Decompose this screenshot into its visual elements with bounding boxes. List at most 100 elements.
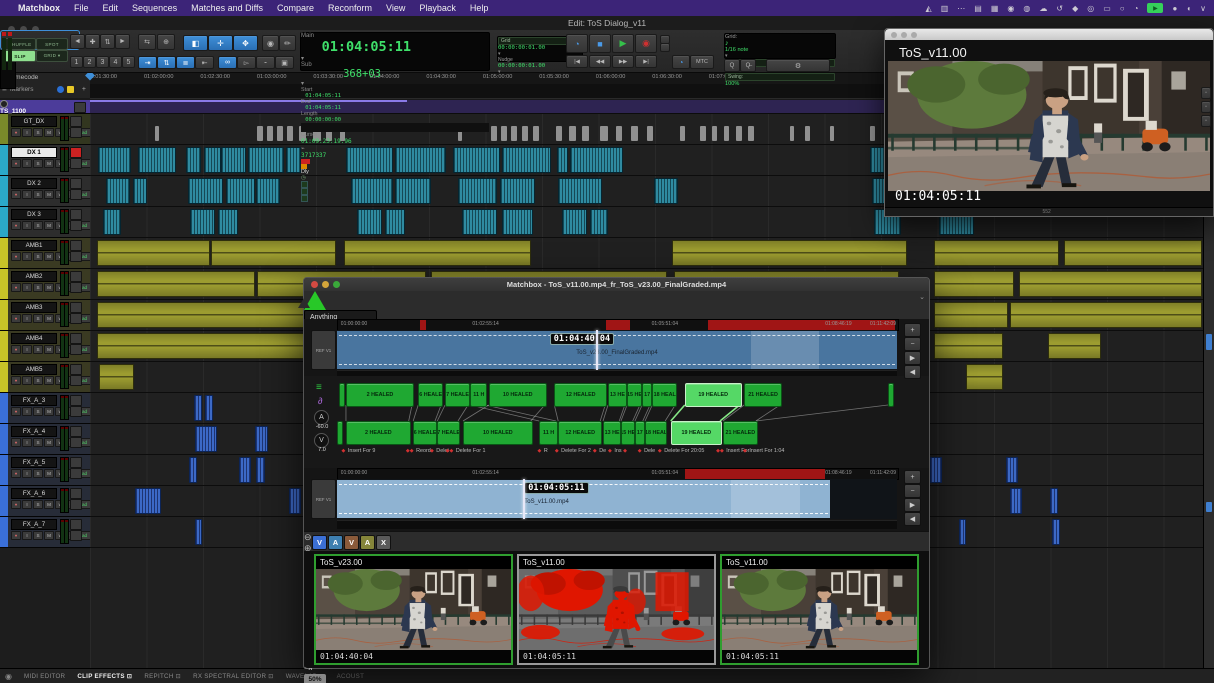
clock-chip-icon[interactable] xyxy=(57,86,64,93)
track-header-amb3[interactable]: AMB3▾●ISMwaveread⇲ xyxy=(0,300,90,331)
swing-value[interactable]: 100% xyxy=(725,81,835,87)
audio-clip[interactable] xyxy=(190,209,214,235)
zoom-percent-badge[interactable]: 50% xyxy=(304,674,326,683)
heal-marker[interactable]: ◆ Insert For 1:04 xyxy=(743,448,784,454)
aux-button[interactable] xyxy=(660,43,670,52)
audio-clip[interactable] xyxy=(582,126,589,141)
input-button[interactable]: I xyxy=(22,190,32,199)
menu-dots-icon[interactable]: ⋯ xyxy=(957,4,965,13)
track-header-fx_a_7[interactable]: FX_A_7▾●ISMwaveread⇲ xyxy=(0,517,90,548)
healed-segment-bottom[interactable]: 7 HEALE xyxy=(437,421,460,445)
side-zoom-in-button[interactable]: + xyxy=(904,470,921,484)
audio-clip[interactable] xyxy=(103,209,121,235)
preview-tool-button[interactable]: ▫ xyxy=(1201,87,1211,99)
rec-button[interactable]: ● xyxy=(11,128,21,137)
healed-segment-top[interactable]: 6 HEALE xyxy=(418,383,443,407)
rec-button[interactable]: ● xyxy=(11,345,21,354)
track-header-fx_a_3[interactable]: FX_A_3▾●ISMwaveread⇲ xyxy=(0,393,90,424)
menu-item-view[interactable]: View xyxy=(386,3,405,13)
mute-button[interactable]: M xyxy=(44,252,54,261)
solo-button[interactable]: S xyxy=(33,500,43,509)
nav-tool-button[interactable]: ◄ xyxy=(70,34,85,49)
healed-segment-top[interactable]: 19 HEALED xyxy=(685,383,742,407)
menu-keyboard-icon[interactable]: ▦ xyxy=(991,4,999,13)
track-group-button[interactable] xyxy=(70,406,82,417)
healed-segment-bottom[interactable]: 10 HEALED xyxy=(463,421,533,445)
audio-clip[interactable] xyxy=(502,147,551,173)
rec-button[interactable]: ● xyxy=(11,531,21,540)
track-header-amb2[interactable]: AMB2▾●ISMwaveread⇲ xyxy=(0,269,90,300)
mute-button[interactable]: M xyxy=(44,283,54,292)
mode-spot-button[interactable]: SPOT xyxy=(36,38,68,50)
audio-clip[interactable] xyxy=(502,209,533,235)
audio-clip[interactable] xyxy=(97,271,255,297)
menu-time-machine-icon[interactable]: ↺ xyxy=(1056,4,1063,13)
track-header-fx_a_6[interactable]: FX_A_6▾●ISMwaveread⇲ xyxy=(0,486,90,517)
top-track-lane[interactable]: 01:04:40:04 ToS_v23.00_FinalGraded.mp4 xyxy=(337,330,897,370)
note-icon[interactable]: ♪ xyxy=(725,40,835,47)
mute-button[interactable]: M xyxy=(44,438,54,447)
audio-clip[interactable] xyxy=(205,395,214,421)
track-io-button[interactable] xyxy=(70,147,82,158)
heal-marker[interactable]: ◆ Delete For 2 xyxy=(555,448,591,454)
track-group-button[interactable] xyxy=(70,530,82,541)
dialog-close-button[interactable] xyxy=(311,281,318,288)
transport-end-button[interactable]: ▶| xyxy=(635,55,657,68)
rec-button[interactable]: ● xyxy=(11,221,21,230)
input-button[interactable]: I xyxy=(22,438,32,447)
nav-tool-button[interactable]: ⇅ xyxy=(100,34,115,49)
input-button[interactable]: I xyxy=(22,283,32,292)
track-name[interactable]: AMB2 xyxy=(11,271,57,282)
healed-segment-bottom[interactable]: 11 H xyxy=(539,421,558,445)
audio-clip[interactable] xyxy=(736,126,742,141)
menu-user-icon[interactable]: ◖ xyxy=(1186,4,1191,13)
zo om-preset-1[interactable]: 1 xyxy=(70,56,83,68)
ts-region[interactable] xyxy=(90,100,407,102)
audio-clip[interactable] xyxy=(700,126,706,141)
track-view-v-button[interactable]: V xyxy=(312,535,327,550)
track-io-button[interactable] xyxy=(70,364,82,375)
preview-close-button[interactable] xyxy=(891,32,897,38)
audio-clip[interactable] xyxy=(748,126,754,141)
track-group-button[interactable] xyxy=(70,189,82,200)
grabber-tool[interactable]: ✥ xyxy=(233,35,258,51)
menu-item-matches-and-diffs[interactable]: Matches and Diffs xyxy=(191,3,263,13)
track-view-x-button[interactable]: X xyxy=(376,535,391,550)
zo om-preset-3[interactable]: 3 xyxy=(96,56,109,68)
sub-caret[interactable]: ▾ xyxy=(301,80,489,87)
scroll-chip[interactable] xyxy=(1206,502,1212,512)
top-video-clip[interactable]: 01:04:40:04 ToS_v23.00_FinalGraded.mp4 xyxy=(337,331,897,369)
rec-button[interactable]: ● xyxy=(11,283,21,292)
track-group-button[interactable] xyxy=(70,220,82,231)
mute-button[interactable]: M xyxy=(44,376,54,385)
trim-tool[interactable]: ◧ xyxy=(183,35,208,51)
mute-button[interactable]: M xyxy=(44,407,54,416)
track-io-button[interactable] xyxy=(70,395,82,406)
audio-clip[interactable] xyxy=(522,126,528,141)
audio-clip[interactable] xyxy=(511,126,517,141)
input-button[interactable]: I xyxy=(22,531,32,540)
audio-clip[interactable] xyxy=(138,147,176,173)
audio-clip[interactable] xyxy=(491,126,497,141)
audio-clip[interactable] xyxy=(351,178,393,204)
side-play-button[interactable]: ▶ xyxy=(904,351,921,365)
solo-button[interactable]: S xyxy=(33,345,43,354)
input-button[interactable]: I xyxy=(22,500,32,509)
menu-item-file[interactable]: File xyxy=(74,3,89,13)
audio-clip[interactable] xyxy=(680,126,684,141)
healed-segment-bottom[interactable]: 6 HEALE xyxy=(413,421,437,445)
audio-clip[interactable] xyxy=(712,126,718,141)
healed-segment-bottom[interactable]: 19 HEALED xyxy=(671,421,722,445)
audio-clip[interactable] xyxy=(934,333,1003,359)
video-thumbnail[interactable]: ToS_v11.0001:04:05:11 xyxy=(720,554,919,665)
sync-clock-button[interactable]: ◔ xyxy=(672,55,690,69)
menu-item-reconform[interactable]: Reconform xyxy=(328,3,372,13)
swing-label[interactable]: Swing: xyxy=(725,73,835,81)
audio-clip[interactable] xyxy=(1048,333,1101,359)
track-name[interactable]: AMB3 xyxy=(11,302,57,313)
statusbar-repitch[interactable]: REPITCH ⊡ xyxy=(144,673,181,680)
audio-clip[interactable] xyxy=(106,178,130,204)
mute-button[interactable]: M xyxy=(44,190,54,199)
audio-clip[interactable] xyxy=(226,178,255,204)
track-io-button[interactable] xyxy=(70,178,82,189)
